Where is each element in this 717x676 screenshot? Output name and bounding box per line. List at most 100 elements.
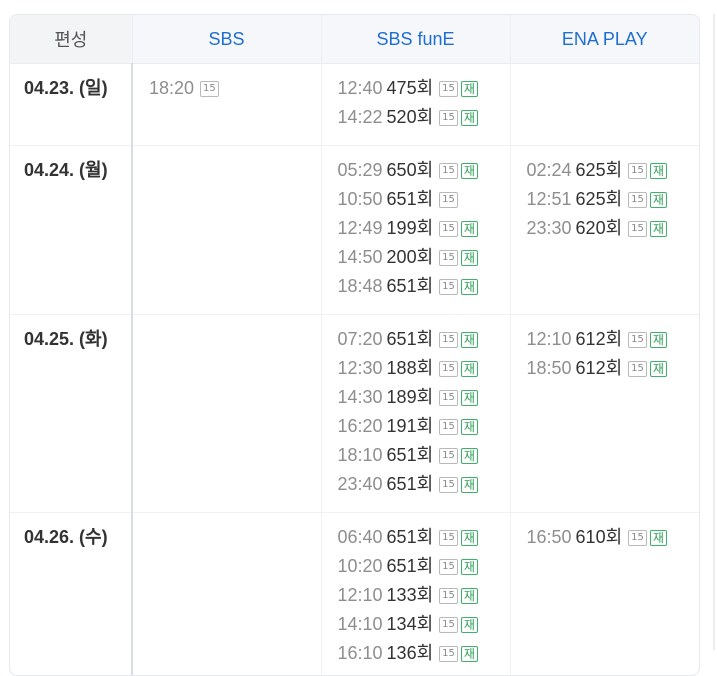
- age-rating-badge: 15: [439, 192, 458, 208]
- airtime: 23:30: [527, 214, 572, 243]
- episode-number: 612회: [576, 325, 623, 354]
- list-item[interactable]: 12:49199회15재: [338, 214, 510, 243]
- age-rating-badge: 15: [628, 361, 647, 377]
- airtime: 12:51: [527, 185, 572, 214]
- scroll-edge: [713, 14, 715, 650]
- table-row: 04.24. (월)05:29650회15재10:50651회1512:4919…: [10, 146, 699, 315]
- episode-number: 620회: [576, 214, 623, 243]
- schedule-cell-ena: [510, 64, 699, 146]
- airtime: 05:29: [338, 156, 383, 185]
- airtime: 18:50: [527, 354, 572, 383]
- rerun-badge: 재: [650, 332, 667, 348]
- schedule-cell-sbs: [132, 146, 321, 315]
- schedule-table: 편성 SBS SBS funE ENA PLAY 04.23. (일)18:20…: [10, 15, 699, 676]
- list-item[interactable]: 10:20651회15재: [338, 552, 510, 581]
- episode-number: 651회: [387, 552, 434, 581]
- list-item[interactable]: 18:2015: [149, 74, 321, 103]
- schedule-cell-sbs: [132, 513, 321, 676]
- episode-number: 189회: [387, 383, 434, 412]
- list-item[interactable]: 16:10136회15재: [338, 639, 510, 668]
- list-item[interactable]: 14:22520회15재: [338, 103, 510, 132]
- airtime: 12:10: [338, 581, 383, 610]
- episode-number: 625회: [576, 156, 623, 185]
- airtime: 10:20: [338, 552, 383, 581]
- episode-number: 651회: [387, 523, 434, 552]
- airtime: 07:20: [338, 325, 383, 354]
- rerun-badge: 재: [461, 419, 478, 435]
- list-item[interactable]: 05:29650회15재: [338, 156, 510, 185]
- rerun-badge: 재: [461, 646, 478, 662]
- rerun-badge: 재: [461, 279, 478, 295]
- list-item[interactable]: 23:30620회15재: [527, 214, 700, 243]
- age-rating-badge: 15: [200, 81, 219, 97]
- airtime: 16:20: [338, 412, 383, 441]
- list-item[interactable]: 07:20651회15재: [338, 325, 510, 354]
- list-item[interactable]: 02:24625회15재: [527, 156, 700, 185]
- list-item[interactable]: 14:10134회15재: [338, 610, 510, 639]
- schedule-cell-fune: 06:40651회15재10:20651회15재12:10133회15재14:1…: [321, 513, 510, 676]
- schedule-cell-ena: 12:10612회15재18:50612회15재: [510, 315, 699, 513]
- age-rating-badge: 15: [439, 588, 458, 604]
- airtime: 10:50: [338, 185, 383, 214]
- list-item[interactable]: 12:51625회15재: [527, 185, 700, 214]
- list-item[interactable]: 12:10612회15재: [527, 325, 700, 354]
- rerun-badge: 재: [461, 221, 478, 237]
- age-rating-badge: 15: [439, 332, 458, 348]
- airtime: 12:40: [338, 74, 383, 103]
- rerun-badge: 재: [461, 477, 478, 493]
- table-row: 04.25. (화)07:20651회15재12:30188회15재14:301…: [10, 315, 699, 513]
- episode-number: 475회: [387, 74, 434, 103]
- day-date: 04.26. (수): [10, 513, 132, 676]
- list-item[interactable]: 23:40651회15재: [338, 470, 510, 499]
- list-item[interactable]: 16:50610회15재: [527, 523, 700, 552]
- episode-number: 134회: [387, 610, 434, 639]
- airtime: 16:50: [527, 523, 572, 552]
- rerun-badge: 재: [650, 163, 667, 179]
- episode-number: 650회: [387, 156, 434, 185]
- airtime: 14:50: [338, 243, 383, 272]
- schedule-cell-ena: 02:24625회15재12:51625회15재23:30620회 15 재: [510, 146, 699, 315]
- list-item[interactable]: 12:10133회15재: [338, 581, 510, 610]
- header-channel-sbs[interactable]: SBS: [132, 15, 321, 64]
- list-item[interactable]: 10:50651회 15: [338, 185, 510, 214]
- schedule-body: 04.23. (일)18:201512:40475회15재14:22520회15…: [10, 64, 699, 676]
- list-item[interactable]: 12:40475회15재: [338, 74, 510, 103]
- header-channel-sbs-fune[interactable]: SBS funE: [321, 15, 510, 64]
- airtime: 14:10: [338, 610, 383, 639]
- airtime: 14:22: [338, 103, 383, 132]
- list-item[interactable]: 14:50200회15재: [338, 243, 510, 272]
- header-channel-ena-play[interactable]: ENA PLAY: [510, 15, 699, 64]
- airtime: 23:40: [338, 470, 383, 499]
- list-item[interactable]: 14:30189회15재: [338, 383, 510, 412]
- age-rating-badge: 15: [439, 163, 458, 179]
- list-item[interactable]: 18:10651회15재: [338, 441, 510, 470]
- list-item[interactable]: 18:50612회15재: [527, 354, 700, 383]
- episode-number: 651회: [387, 185, 434, 214]
- airtime: 02:24: [527, 156, 572, 185]
- rerun-badge: 재: [461, 361, 478, 377]
- list-item[interactable]: 12:30188회15재: [338, 354, 510, 383]
- table-row: 04.26. (수)06:40651회15재10:20651회15재12:101…: [10, 513, 699, 676]
- episode-number: 199회: [387, 214, 434, 243]
- age-rating-badge: 15: [439, 110, 458, 126]
- rerun-badge: 재: [650, 361, 667, 377]
- list-item[interactable]: 16:20191회15재: [338, 412, 510, 441]
- rerun-badge: 재: [461, 390, 478, 406]
- episode-number: 136회: [387, 639, 434, 668]
- rerun-badge: 재: [461, 448, 478, 464]
- airtime: 14:30: [338, 383, 383, 412]
- airtime: 12:30: [338, 354, 383, 383]
- rerun-badge: 재: [461, 559, 478, 575]
- episode-number: 200회: [387, 243, 434, 272]
- episode-number: 610회: [576, 523, 623, 552]
- episode-number: 651회: [387, 441, 434, 470]
- airtime: 16:10: [338, 639, 383, 668]
- age-rating-badge: 15: [439, 477, 458, 493]
- header-date: 편성: [10, 15, 132, 64]
- list-item[interactable]: 18:48651회15재: [338, 272, 510, 301]
- age-rating-badge: 15: [628, 221, 647, 237]
- list-item[interactable]: 06:40651회15재: [338, 523, 510, 552]
- rerun-badge: 재: [461, 588, 478, 604]
- day-date: 04.25. (화): [10, 315, 132, 513]
- episode-number: 188회: [387, 354, 434, 383]
